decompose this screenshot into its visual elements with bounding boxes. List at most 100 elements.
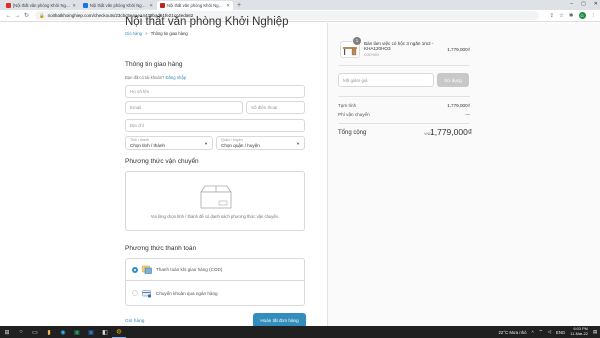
- share-icon[interactable]: ⇪: [549, 13, 554, 19]
- edge-icon[interactable]: ◉: [56, 326, 70, 338]
- volume-icon[interactable]: ◁: [548, 329, 551, 335]
- login-prompt: Bạn đã có tài khoản? Đăng nhập: [125, 75, 186, 80]
- bank-transfer-label: Chuyển khoản qua ngân hàng: [156, 290, 218, 296]
- favicon-icon: [83, 3, 88, 8]
- quantity-badge: 1: [353, 37, 361, 45]
- excel-icon[interactable]: ▣: [70, 326, 84, 338]
- shipping-info-heading: Thông tin giao hàng: [125, 61, 183, 68]
- login-link[interactable]: Đăng nhập: [166, 75, 187, 80]
- cod-label: Thanh toán khi giao hàng (COD): [156, 267, 223, 272]
- back-to-cart-link[interactable]: Giỏ hàng: [125, 319, 144, 324]
- province-select[interactable]: Tỉnh / thành Chọn tỉnh / thành ▼: [125, 136, 213, 150]
- divider: [338, 96, 470, 97]
- windows-taskbar: ⊞ ○ ▭ ▮ ◉ ▣ ▣ ◧ ◍ 22°C Mưa nhỏ ^ ⌔ ◁ ENG…: [0, 326, 600, 338]
- clock-date: 11-Mar-22: [570, 331, 588, 336]
- minimize-icon[interactable]: –: [570, 0, 573, 9]
- divider: [338, 65, 470, 66]
- reload-icon[interactable]: ↻: [22, 12, 31, 19]
- browser-toolbar: ⇪ ☆ ✱ G ⋮: [549, 12, 596, 19]
- browser-tab-3[interactable]: Nội thất văn phòng Khởi Nghiệp ✕: [157, 1, 233, 10]
- shipping-method-heading: Phương thức vận chuyển: [125, 158, 199, 165]
- phone-placeholder: Số điện thoại: [251, 105, 278, 110]
- back-icon[interactable]: ←: [4, 13, 13, 19]
- close-tab-icon[interactable]: ✕: [72, 3, 76, 9]
- district-value: Chọn quận / huyện: [221, 143, 260, 148]
- login-prompt-text: Bạn đã có tài khoản?: [125, 75, 165, 80]
- shipping-fee-value: —: [465, 112, 470, 117]
- breadcrumb-cart-link[interactable]: Giỏ hàng: [125, 31, 142, 36]
- apply-coupon-button[interactable]: Sử dụng: [437, 73, 469, 87]
- menu-dots-icon[interactable]: ⋮: [591, 13, 597, 19]
- coupon-input[interactable]: Mã giảm giá: [338, 73, 434, 87]
- subtotal-label: Tạm tính: [338, 103, 357, 108]
- tray-arrow-icon[interactable]: ^: [532, 330, 534, 335]
- chevron-down-icon: ▼: [204, 141, 208, 146]
- network-icon[interactable]: ⌔: [539, 329, 543, 335]
- subtotal-value: 1,779,000₫: [447, 103, 470, 108]
- new-tab-button[interactable]: +: [237, 1, 241, 10]
- fullname-placeholder: Họ và tên: [130, 89, 150, 94]
- close-tab-icon[interactable]: ✕: [149, 3, 153, 9]
- task-view-icon[interactable]: ▭: [28, 326, 42, 338]
- empty-box-icon: [200, 185, 232, 209]
- breadcrumb-current: Thông tin giao hàng: [150, 31, 188, 36]
- tab-title: Nội thất văn phòng Khởi Nghiệp: [90, 3, 148, 8]
- shipping-method-message: Vui lòng chọn tỉnh / thành để có danh sá…: [150, 214, 280, 219]
- notification-icon[interactable]: ▤: [593, 329, 597, 335]
- shipping-fee-label: Phí vận chuyển: [338, 112, 370, 117]
- payment-option-bank-transfer[interactable]: Chuyển khoản qua ngân hàng: [126, 282, 304, 304]
- store-icon[interactable]: ◧: [98, 326, 112, 338]
- shop-title[interactable]: Nội thất văn phòng Khởi Nghiệp: [125, 16, 289, 28]
- total-label: Tổng cộng: [338, 130, 367, 136]
- bookmark-star-icon[interactable]: ☆: [559, 13, 564, 19]
- total-value: 1,779,000₫: [430, 127, 473, 137]
- extensions-icon[interactable]: ✱: [569, 13, 574, 19]
- payment-option-cod[interactable]: Thanh toán khi giao hàng (COD): [126, 259, 304, 281]
- address-input[interactable]: Địa chỉ: [125, 119, 305, 132]
- divider: [338, 123, 470, 124]
- cash-icon: [142, 265, 152, 274]
- forward-icon[interactable]: →: [13, 13, 22, 19]
- window-controls: – ▢ ✕: [570, 0, 598, 9]
- shipping-method-box: Vui lòng chọn tỉnh / thành để có danh sá…: [125, 171, 305, 231]
- browser-tab-1[interactable]: [Nội thất văn phòng Khởi Nghiệ ✕: [3, 1, 79, 10]
- favicon-icon: [6, 3, 11, 8]
- breadcrumb: Giỏ hàng > Thông tin giao hàng: [125, 31, 188, 36]
- chrome-icon[interactable]: ◍: [112, 326, 126, 338]
- phone-input[interactable]: Số điện thoại: [246, 101, 305, 114]
- favicon-icon: [160, 3, 165, 8]
- weather-widget[interactable]: 22°C Mưa nhỏ: [499, 330, 527, 335]
- address-bar-row: ← → ↻ 🔒 noithatkhoinghiep.com/checkouts/…: [0, 10, 600, 22]
- coupon-placeholder: Mã giảm giá: [343, 77, 368, 83]
- payment-method-heading: Phương thức thanh toán: [125, 245, 197, 252]
- bank-card-icon: [142, 289, 152, 298]
- breadcrumb-separator: >: [145, 31, 148, 36]
- start-icon[interactable]: ⊞: [0, 326, 14, 338]
- tab-title: Nội thất văn phòng Khởi Nghiệp: [167, 3, 225, 8]
- chevron-down-icon: ▼: [296, 141, 300, 146]
- email-input[interactable]: Email: [125, 101, 243, 114]
- close-window-icon[interactable]: ✕: [594, 0, 598, 9]
- close-tab-icon[interactable]: ✕: [226, 3, 230, 9]
- lock-icon[interactable]: 🔒: [39, 13, 45, 19]
- browser-tab-bar: [Nội thất văn phòng Khởi Nghiệ ✕ Nội thấ…: [0, 0, 600, 10]
- bank-transfer-radio[interactable]: [132, 290, 138, 296]
- word-icon[interactable]: ▣: [84, 326, 98, 338]
- browser-tab-2[interactable]: Nội thất văn phòng Khởi Nghiệp ✕: [80, 1, 156, 10]
- fullname-input[interactable]: Họ và tên: [125, 85, 305, 98]
- email-placeholder: Email: [130, 105, 142, 110]
- maximize-icon[interactable]: ▢: [581, 0, 586, 9]
- clock[interactable]: 6:03 PM 11-Mar-22: [570, 327, 588, 336]
- language-indicator[interactable]: ENG: [556, 330, 565, 335]
- district-select[interactable]: Quận / huyện Chọn quận / huyện ▼: [216, 136, 305, 150]
- payment-method-box: Thanh toán khi giao hàng (COD) Chuyển kh…: [125, 258, 305, 306]
- product-price: 1,779,000₫: [447, 47, 470, 52]
- province-value: Chọn tỉnh / thành: [130, 143, 165, 148]
- search-icon[interactable]: ○: [14, 326, 28, 338]
- file-explorer-icon[interactable]: ▮: [42, 326, 56, 338]
- profile-avatar[interactable]: G: [578, 12, 586, 19]
- cod-radio[interactable]: [132, 266, 138, 273]
- order-summary-sidebar: [327, 23, 600, 326]
- product-sku: COD*600: [364, 53, 379, 57]
- address-placeholder: Địa chỉ: [130, 123, 144, 128]
